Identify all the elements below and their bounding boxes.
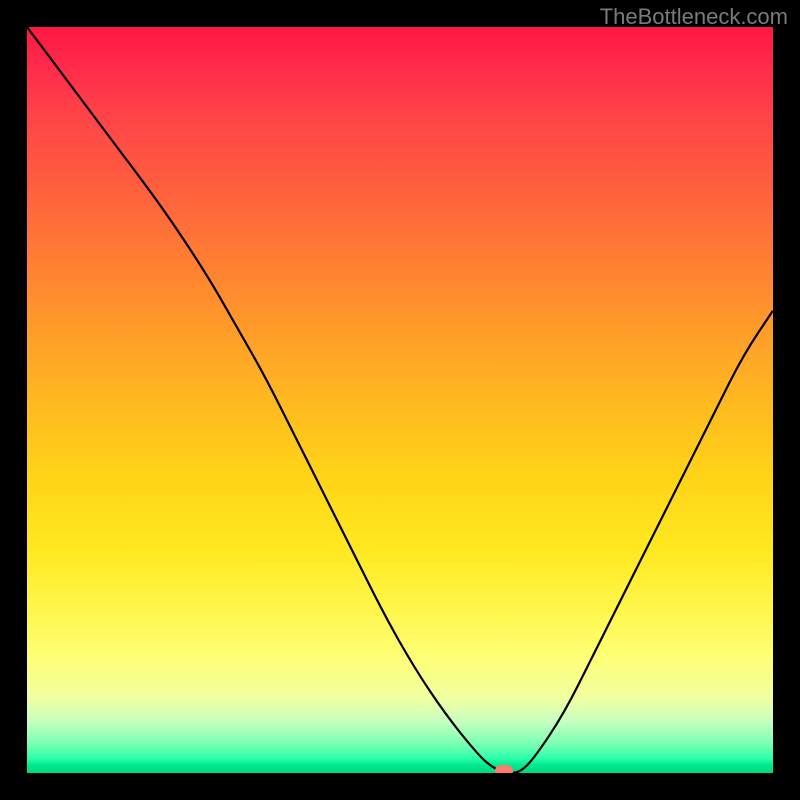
watermark-text: TheBottleneck.com — [600, 4, 788, 30]
plot-area — [27, 27, 773, 773]
bottleneck-curve — [27, 27, 773, 773]
optimal-point-marker — [495, 765, 513, 773]
